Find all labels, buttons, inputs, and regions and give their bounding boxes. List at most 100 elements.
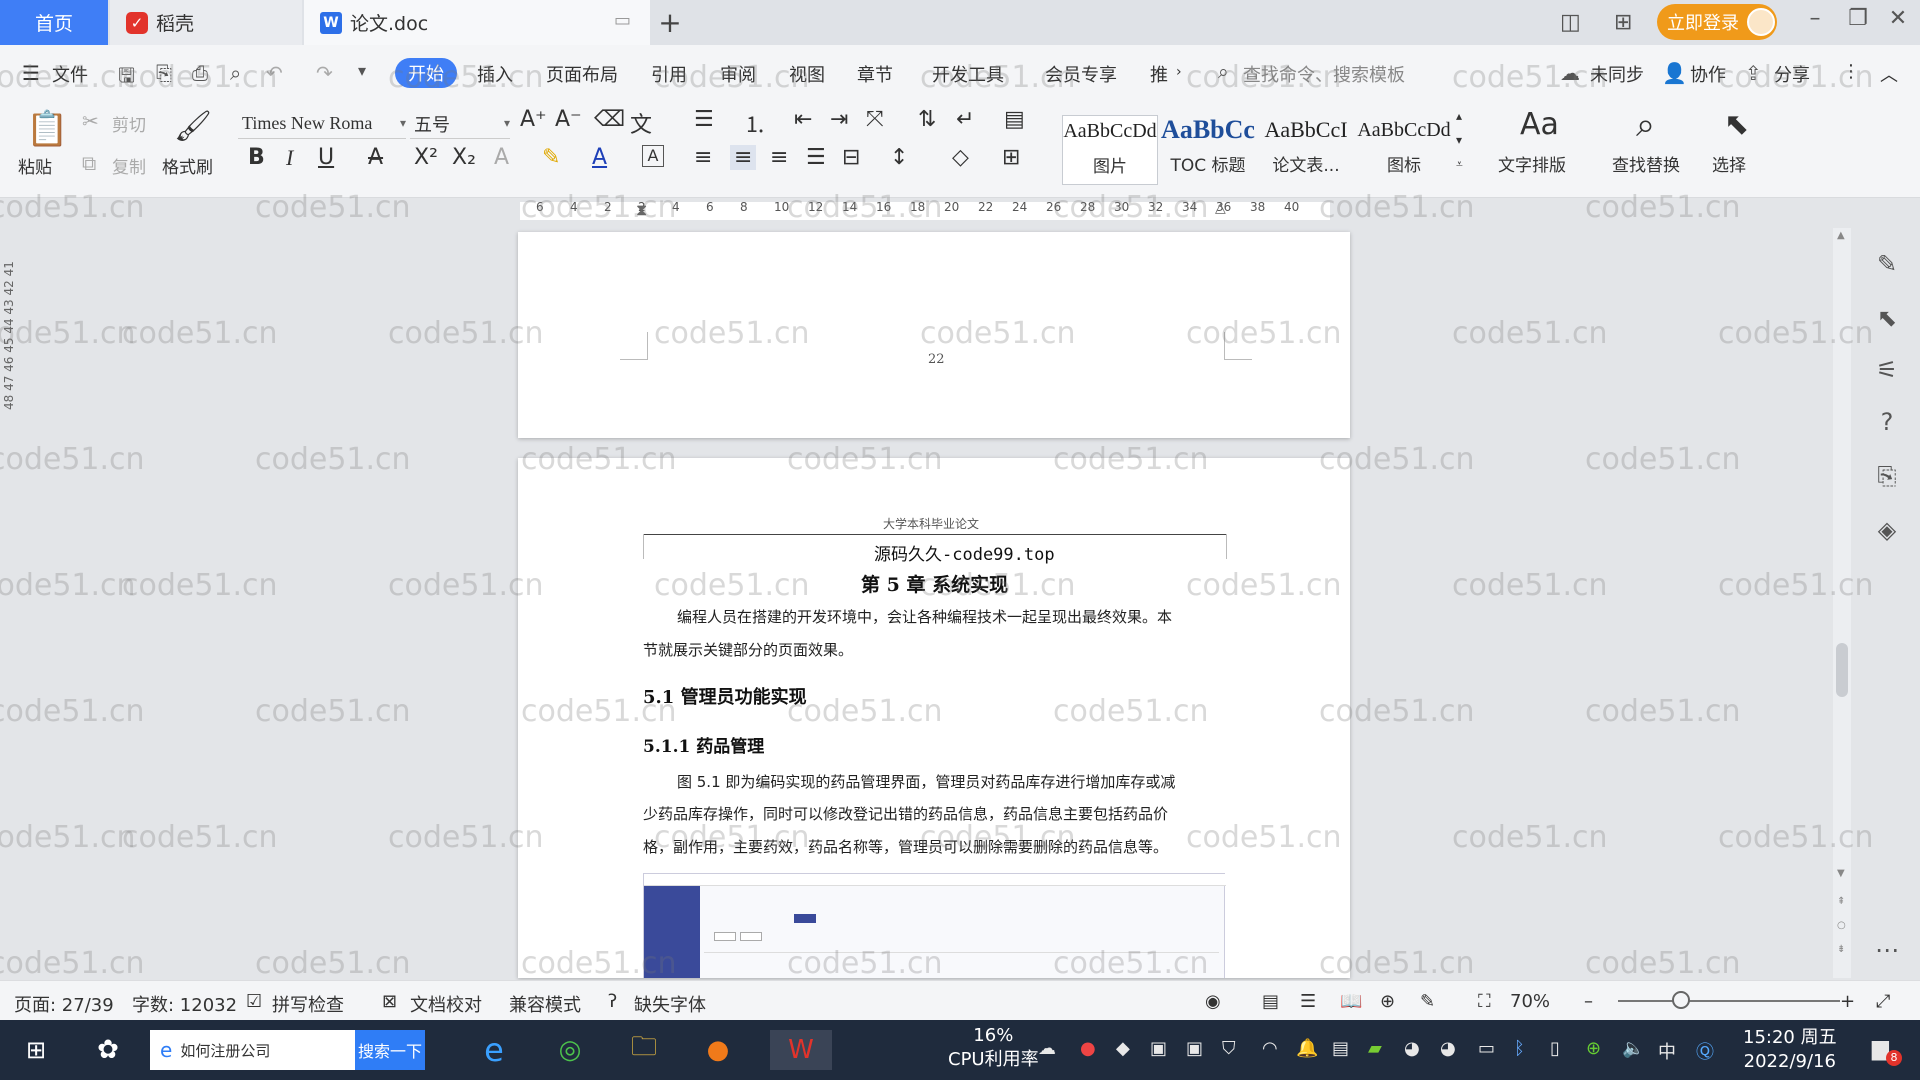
more-dots-icon[interactable]: ⋯ xyxy=(1872,936,1902,964)
redo-icon[interactable]: ↷ xyxy=(316,61,333,85)
menu-member[interactable]: 会员专享 xyxy=(1045,61,1117,87)
fullscreen-icon[interactable]: ⤢ xyxy=(1876,991,1890,1012)
missing-font-icon[interactable]: ʔ xyxy=(608,991,617,1012)
collab-button[interactable]: 协作 xyxy=(1690,61,1726,87)
diamond-icon[interactable]: ◈ xyxy=(1872,516,1902,544)
menu-review[interactable]: 审阅 xyxy=(720,61,756,87)
char-border-icon[interactable]: A xyxy=(642,145,664,167)
cpu-usage-widget[interactable]: 16% CPU利用率 xyxy=(948,1024,1039,1072)
nvidia-icon[interactable]: ▰ xyxy=(1368,1038,1382,1059)
embedded-screenshot-image[interactable] xyxy=(643,873,1226,978)
styles-expand-icon[interactable]: ⩡ xyxy=(1456,157,1463,172)
styles-scroll-down-icon[interactable]: ▾ xyxy=(1456,133,1462,147)
shading-icon[interactable]: ◇ xyxy=(952,145,969,170)
scroll-down-icon[interactable]: ▼ xyxy=(1837,868,1845,879)
new-tab-button[interactable]: + xyxy=(652,6,688,39)
web-view-icon[interactable]: ⊕ xyxy=(1380,991,1395,1012)
scissors-icon[interactable]: ✂ xyxy=(82,109,99,133)
justify-icon[interactable]: ☰ xyxy=(806,145,826,170)
align-right-icon[interactable]: ≡ xyxy=(770,145,788,170)
pen-icon[interactable]: ✎ xyxy=(1872,250,1902,278)
font-size-select[interactable]: 五号 ▾ xyxy=(410,109,510,139)
taskbar-search-input[interactable]: e 如何注册公司 xyxy=(150,1030,355,1070)
backup-icon[interactable]: ⎘ xyxy=(1872,462,1902,490)
clear-format-icon[interactable]: ⌫ xyxy=(594,107,625,132)
chinese-layout-icon[interactable]: ⤧ xyxy=(866,107,884,132)
zoom-out-icon[interactable]: – xyxy=(1584,991,1593,1012)
grow-font-icon[interactable]: A⁺ xyxy=(520,107,547,132)
tray-app-icon[interactable]: ⊕ xyxy=(1586,1038,1601,1059)
share-button[interactable]: 分享 xyxy=(1774,61,1810,87)
menu-references[interactable]: 引用 xyxy=(651,61,687,87)
cursor-icon[interactable]: ⬉ xyxy=(1872,304,1902,332)
tab-daoke[interactable]: ✓ 稻壳 xyxy=(110,0,302,45)
help-icon[interactable]: ? xyxy=(1872,408,1902,436)
qq-icon[interactable]: ◕ xyxy=(1440,1038,1456,1059)
wifi-icon[interactable]: ◠ xyxy=(1262,1038,1278,1059)
zoom-level[interactable]: 70% xyxy=(1510,991,1550,1012)
menu-start[interactable]: 开始 xyxy=(395,58,457,88)
underline-icon[interactable]: U xyxy=(318,145,334,170)
strikethrough-icon[interactable]: A xyxy=(368,145,383,170)
bullet-list-icon[interactable]: ☰ xyxy=(694,107,714,132)
volume-icon[interactable]: 🔈 xyxy=(1622,1038,1644,1059)
write-view-icon[interactable]: ✎ xyxy=(1420,991,1435,1012)
menu-file[interactable]: 文件 xyxy=(52,61,88,87)
battery-icon[interactable]: ▭ xyxy=(1478,1038,1495,1059)
zoom-in-icon[interactable]: + xyxy=(1840,991,1855,1012)
file-explorer-icon[interactable]: 🗀 xyxy=(622,1030,666,1070)
text-layout-icon[interactable]: Aa xyxy=(1520,107,1559,142)
tray-app-icon[interactable]: ▤ xyxy=(1332,1038,1349,1059)
ie-browser-icon[interactable]: e xyxy=(472,1030,516,1070)
phonetic-guide-icon[interactable]: 文 xyxy=(630,107,652,139)
font-color-icon[interactable]: A xyxy=(592,145,607,170)
copy-button[interactable]: 复制 xyxy=(112,153,146,178)
superscript-icon[interactable]: X² xyxy=(414,145,438,170)
format-painter-button[interactable]: 格式刷 xyxy=(162,153,213,178)
menu-dev-tools[interactable]: 开发工具 xyxy=(932,61,1004,87)
word-count[interactable]: 字数: 12032 xyxy=(132,991,237,1017)
app-pinwheel-icon[interactable]: ✿ xyxy=(86,1030,130,1070)
bell-icon[interactable]: 🔔 xyxy=(1296,1038,1318,1059)
weather-cloud-icon[interactable]: ☁ xyxy=(1038,1038,1056,1059)
desktop-icon[interactable]: ▭ xyxy=(614,10,631,31)
italic-icon[interactable]: I xyxy=(286,145,293,171)
table-tool-icon[interactable]: ▤ xyxy=(1004,107,1025,132)
doc-check-icon[interactable]: ⊠ xyxy=(382,991,397,1012)
right-indent-marker-icon[interactable]: △ xyxy=(1215,200,1226,216)
scroll-thumb[interactable] xyxy=(1836,643,1848,697)
select-browse-icon[interactable]: ○ xyxy=(1837,920,1846,931)
align-center-icon[interactable]: ≡ xyxy=(730,145,757,170)
tab-home[interactable]: 首页 xyxy=(0,0,108,45)
tray-app-icon[interactable]: ▣ xyxy=(1186,1038,1203,1059)
line-spacing-icon[interactable]: ↕ xyxy=(890,145,908,170)
minimize-icon[interactable]: – xyxy=(1795,6,1835,31)
fit-page-icon[interactable]: ⛶ xyxy=(1478,991,1491,1012)
system-clock[interactable]: 15:20 周五 2022/9/16 xyxy=(1743,1026,1837,1074)
menu-view[interactable]: 视图 xyxy=(789,61,825,87)
menu-chapter[interactable]: 章节 xyxy=(857,61,893,87)
text-layout-button[interactable]: 文字排版 xyxy=(1498,151,1566,176)
spellcheck-icon[interactable]: ☑ xyxy=(246,991,262,1012)
input-method[interactable]: 中 xyxy=(1658,1038,1676,1064)
spellcheck-button[interactable]: 拼写检查 xyxy=(272,991,344,1017)
reading-view-icon[interactable]: 📖 xyxy=(1340,991,1362,1012)
restore-icon[interactable]: ❐ xyxy=(1838,6,1878,31)
copy-icon[interactable]: ⧉ xyxy=(82,151,96,175)
page-view-icon[interactable]: ▤ xyxy=(1262,991,1279,1012)
menu-more[interactable]: 推 xyxy=(1150,61,1168,87)
scroll-up-icon[interactable]: ▲ xyxy=(1837,230,1845,241)
subscript-icon[interactable]: X₂ xyxy=(452,145,476,170)
apps-grid-icon[interactable]: ⊞ xyxy=(1614,10,1632,35)
shrink-font-icon[interactable]: A⁻ xyxy=(555,107,582,132)
browser-360-icon[interactable]: ◎ xyxy=(548,1030,592,1070)
windows-start-icon[interactable]: ⊞ xyxy=(14,1030,58,1070)
decrease-indent-icon[interactable]: ⇤ xyxy=(794,107,812,132)
menu-scroll-right-icon[interactable]: › xyxy=(1176,64,1182,80)
outline-view-icon[interactable]: ☰ xyxy=(1300,991,1316,1012)
undo-icon[interactable]: ↶ xyxy=(266,61,283,85)
tray-app-icon[interactable]: ● xyxy=(1080,1038,1096,1059)
highlight-icon[interactable]: ✎ xyxy=(542,145,560,170)
tray-app-icon[interactable]: ▣ xyxy=(1150,1038,1167,1059)
print-preview-icon[interactable]: ⌕ xyxy=(230,61,241,85)
